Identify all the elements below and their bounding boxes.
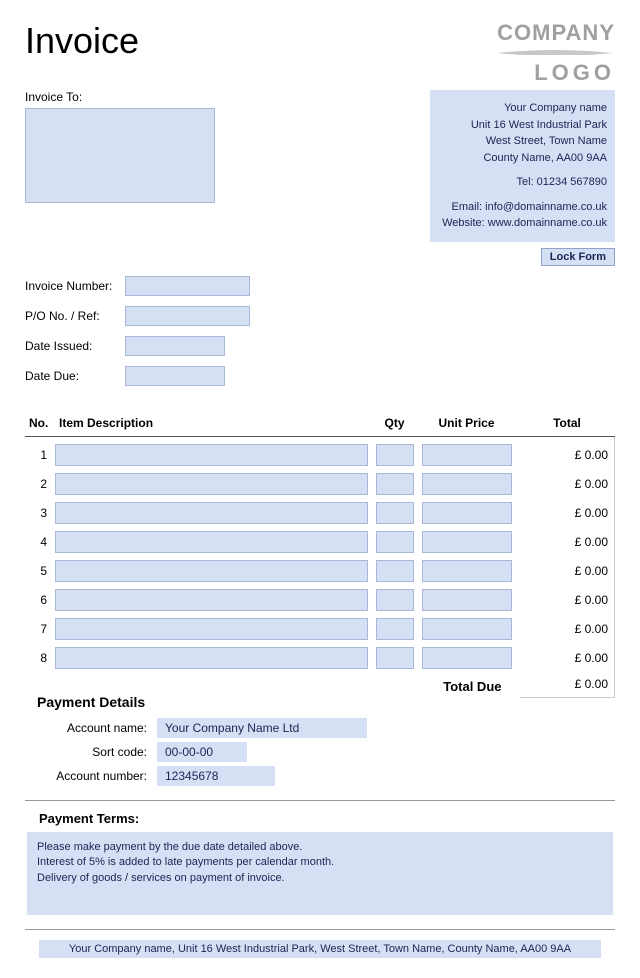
row-number: 5 (25, 553, 55, 582)
divider (25, 929, 615, 930)
invoice-number-label: Invoice Number: (25, 279, 125, 293)
row-total: £ 0.00 (520, 582, 615, 611)
row-total: £ 0.00 (520, 524, 615, 553)
sort-code-label: Sort code: (45, 745, 157, 759)
col-qty: Qty (376, 412, 414, 437)
logo-swoosh-icon (495, 49, 615, 55)
invoice-to-input[interactable] (25, 108, 215, 203)
po-ref-input[interactable] (125, 306, 250, 326)
row-total: £ 0.00 (520, 640, 615, 669)
item-price-input[interactable] (422, 560, 512, 582)
company-website: Website: www.domainname.co.uk (438, 215, 607, 232)
item-price-input[interactable] (422, 502, 512, 524)
row-number: 4 (25, 524, 55, 553)
col-total: Total (520, 412, 615, 437)
table-row: 6 £ 0.00 (25, 582, 615, 611)
row-total: £ 0.00 (520, 466, 615, 495)
payment-details: Payment Details Account name: Your Compa… (25, 694, 615, 786)
row-number: 7 (25, 611, 55, 640)
item-description-input[interactable] (55, 618, 368, 640)
company-name: Your Company name (438, 100, 607, 117)
logo-line1: COMPANY (495, 20, 615, 46)
item-description-input[interactable] (55, 473, 368, 495)
row-total: £ 0.00 (520, 495, 615, 524)
footer-address: Your Company name, Unit 16 West Industri… (39, 940, 601, 958)
table-row: 1 £ 0.00 (25, 436, 615, 466)
payment-terms-heading: Payment Terms: (39, 811, 615, 826)
item-price-input[interactable] (422, 444, 512, 466)
company-addr2: West Street, Town Name (438, 133, 607, 150)
table-row: 3 £ 0.00 (25, 495, 615, 524)
account-number-value[interactable]: 12345678 (157, 766, 275, 786)
item-description-input[interactable] (55, 560, 368, 582)
item-price-input[interactable] (422, 618, 512, 640)
terms-line2: Interest of 5% is added to late payments… (37, 855, 603, 871)
date-due-label: Date Due: (25, 369, 125, 383)
item-price-input[interactable] (422, 473, 512, 495)
company-logo: COMPANY LOGO (495, 20, 615, 86)
table-row: 2 £ 0.00 (25, 466, 615, 495)
row-total: £ 0.00 (520, 436, 615, 466)
logo-line2: LOGO (495, 60, 615, 86)
row-number: 8 (25, 640, 55, 669)
table-row: 7 £ 0.00 (25, 611, 615, 640)
page-title: Invoice (25, 20, 139, 62)
table-row: 5 £ 0.00 (25, 553, 615, 582)
date-due-input[interactable] (125, 366, 225, 386)
invoice-number-input[interactable] (125, 276, 250, 296)
item-qty-input[interactable] (376, 560, 414, 582)
row-number: 2 (25, 466, 55, 495)
company-addr1: Unit 16 West Industrial Park (438, 117, 607, 134)
company-tel: Tel: 01234 567890 (438, 174, 607, 191)
company-email: Email: info@domainname.co.uk (438, 199, 607, 216)
item-price-input[interactable] (422, 647, 512, 669)
row-total: £ 0.00 (520, 553, 615, 582)
item-description-input[interactable] (55, 502, 368, 524)
account-number-label: Account number: (45, 769, 157, 783)
row-number: 3 (25, 495, 55, 524)
lock-form-button[interactable]: Lock Form (541, 248, 615, 266)
date-issued-input[interactable] (125, 336, 225, 356)
payment-terms-body[interactable]: Please make payment by the due date deta… (27, 832, 613, 916)
row-number: 6 (25, 582, 55, 611)
row-number: 1 (25, 436, 55, 466)
item-qty-input[interactable] (376, 589, 414, 611)
company-addr3: County Name, AA00 9AA (438, 150, 607, 167)
item-qty-input[interactable] (376, 647, 414, 669)
item-qty-input[interactable] (376, 618, 414, 640)
payment-terms: Payment Terms: Please make payment by th… (25, 811, 615, 916)
item-qty-input[interactable] (376, 444, 414, 466)
invoice-to-label: Invoice To: (25, 90, 430, 104)
item-qty-input[interactable] (376, 473, 414, 495)
table-row: 8 £ 0.00 (25, 640, 615, 669)
divider (25, 800, 615, 801)
item-price-input[interactable] (422, 589, 512, 611)
table-row: 4 £ 0.00 (25, 524, 615, 553)
row-total: £ 0.00 (520, 611, 615, 640)
sort-code-value[interactable]: 00-00-00 (157, 742, 247, 762)
po-ref-label: P/O No. / Ref: (25, 309, 125, 323)
col-no: No. (25, 412, 55, 437)
line-items-table: No. Item Description Qty Unit Price Tota… (25, 412, 615, 698)
col-price: Unit Price (422, 412, 512, 437)
item-qty-input[interactable] (376, 502, 414, 524)
col-desc: Item Description (55, 412, 368, 437)
terms-line1: Please make payment by the due date deta… (37, 840, 603, 856)
item-description-input[interactable] (55, 589, 368, 611)
payment-details-heading: Payment Details (37, 694, 615, 710)
item-description-input[interactable] (55, 531, 368, 553)
item-description-input[interactable] (55, 647, 368, 669)
item-qty-input[interactable] (376, 531, 414, 553)
item-description-input[interactable] (55, 444, 368, 466)
company-info-panel: Your Company name Unit 16 West Industria… (430, 90, 615, 242)
account-name-label: Account name: (45, 721, 157, 735)
terms-line3: Delivery of goods / services on payment … (37, 871, 603, 887)
item-price-input[interactable] (422, 531, 512, 553)
account-name-value[interactable]: Your Company Name Ltd (157, 718, 367, 738)
date-issued-label: Date Issued: (25, 339, 125, 353)
